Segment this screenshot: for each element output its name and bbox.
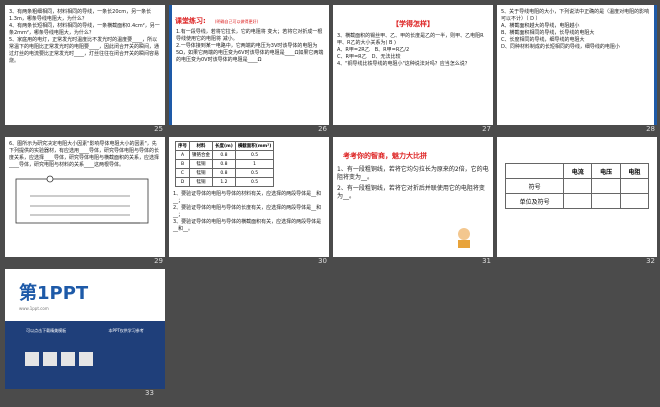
slide-text: A、R甲=2R乙 B、R甲=R乙/2 <box>337 47 410 53</box>
slide-thumb-32[interactable]: 电流 电压 电阻 符号 单位及符号 32 <box>497 137 657 265</box>
slide-text: 1.有一段导线，若将它拉长，它的电阻将 变大；若将它对折成一根导线使用它的电阻将… <box>176 29 323 42</box>
slide-number: 32 <box>646 257 655 265</box>
slide-thumb-30[interactable]: 序号 材料 长度(m) 横截面积(mm²) A 镍铬合金 0.8 0.5 B 锰铜 0.8… <box>169 137 329 265</box>
slide-number: 26 <box>318 125 327 133</box>
slide-text: B、横截面积相同的导线，长导线的电阻大 <box>501 30 595 36</box>
slide-text: 3、要验证导体的电阻与导体的横截面积有关，应选择的两段导体是__和__。 <box>173 219 322 232</box>
circuit-diagram <box>15 175 149 224</box>
slide-30: 序号 材料 长度(m) 横截面积(mm²) A 镍铬合金 0.8 0.5 B 锰铜 0.8… <box>169 137 329 257</box>
slide-title: 【学得怎样】 <box>392 20 434 28</box>
table-row: 单位及符号 <box>504 193 650 209</box>
slide-thumb-27[interactable]: 【学得怎样】 3、横截面积的锡丝甲、乙、甲的长度是乙的一半，则甲、乙电阻R甲、R… <box>333 5 493 133</box>
slide-thumb-28[interactable]: 5、关于导线电阻的大小，下列说法中正确的是（温度对电阻的影响可以不计）（ D ）… <box>497 5 657 133</box>
accent-bar <box>169 5 172 125</box>
slide-26: 课堂练习: (明确自己可以做得更好) 1.有一段导线，若将它拉长，它的电阻将 变… <box>169 5 329 125</box>
slide-27: 【学得怎样】 3、横截面积的锡丝甲、乙、甲的长度是乙的一半，则甲、乙电阻R甲、R… <box>333 5 493 125</box>
slide-subtitle: (明确自己可以做得更好) <box>214 19 259 24</box>
slide-text: 2.一导体接到某一电路中，它两端的电压为3V时该导体的电阻为5Ω，如果它两端的电… <box>176 43 324 63</box>
slide-text: D、同种材料制成的长短相同的导线，细导线的电阻小 <box>501 44 620 50</box>
slide-thumb-29[interactable]: 6、图所示为研究决定电阻大小因素"影响导体电阻大小的因素"，先下列提供的实验器材… <box>5 137 165 265</box>
slide-thumb-33[interactable]: 第1PPT www.1ppt.com 可以点击下载精美模板 本PPT仅供学习参考… <box>5 269 165 397</box>
qr-code-icon <box>61 352 75 366</box>
slide-title: 考考你的智商，魅力大比拼 <box>343 152 427 160</box>
slide-text: 5、关于导线电阻的大小，下列说法中正确的是（温度对电阻的影响可以不计）（ D ） <box>501 9 650 22</box>
logo-subtext: www.1ppt.com <box>19 306 49 311</box>
slide-number: 25 <box>154 125 163 133</box>
table-row: D 锰铜 1.2 0.5 <box>175 177 275 187</box>
slide-text: 2、有一段粗铜线，若将它对折后并联使用它的电阻将变为__。 <box>337 185 485 200</box>
table-row: 符号 <box>504 178 650 194</box>
thinking-child-icon <box>458 228 470 248</box>
slide-number: 28 <box>646 125 655 133</box>
slide-thumb-26[interactable]: 课堂练习: (明确自己可以做得更好) 1.有一段导线，若将它拉长，它的电阻将 变… <box>169 5 329 133</box>
slide-number: 29 <box>154 257 163 265</box>
table-row: C 锰铜 0.8 0.5 <box>175 168 275 178</box>
slide-number: 30 <box>318 257 327 265</box>
slide-text: 2、要验证导体的电阻与导体的长度有关，应选择的两段导体是__和__； <box>173 205 322 218</box>
slide-thumb-31[interactable]: 考考你的智商，魅力大比拼 1、有一段粗铜线，若将它均匀拉长为原来的2倍，它的电阻… <box>333 137 493 265</box>
units-table: 电流 电压 电阻 符号 单位及符号 <box>504 163 650 209</box>
slide-text: 3、有两条粗细相同，材料相同的导线，一条长20cm，另一条长1.3m，哪条导线电… <box>9 9 152 22</box>
table-header: 横截面积(mm²) <box>234 141 275 151</box>
slide-25: 3、有两条粗细相同，材料相同的导线，一条长20cm，另一条长1.3m，哪条导线电… <box>5 5 165 125</box>
slide-33: 第1PPT www.1ppt.com 可以点击下载精美模板 本PPT仅供学习参考 <box>5 269 165 389</box>
slide-31: 考考你的智商，魅力大比拼 1、有一段粗铜线，若将它均匀拉长为原来的2倍，它的电阻… <box>333 137 493 257</box>
material-table: 序号 材料 长度(m) 横截面积(mm²) A 镍铬合金 0.8 0.5 B 锰铜 0.8… <box>175 141 275 187</box>
slide-text: 3、横截面积的锡丝甲、乙、甲的长度是乙的一半，则甲、乙电阻R甲、R乙的大小关系为… <box>337 33 484 46</box>
slide-number: 27 <box>482 125 491 133</box>
slide-text: C、R甲=R乙 D、无法比较 <box>337 54 401 60</box>
table-header: 序号 <box>175 141 190 151</box>
slide-text: 6、图所示为研究决定电阻大小因素"影响导体电阻大小的因素"，先下列提供的实验器材… <box>9 141 160 168</box>
table-row: A 镍铬合金 0.8 0.5 <box>175 150 275 160</box>
slide-title: 课堂练习: <box>175 17 206 25</box>
slide-text: C、长度相同的导线，细导线的电阻大 <box>501 37 585 43</box>
slide-thumb-25[interactable]: 3、有两条粗细相同，材料相同的导线，一条长20cm，另一条长1.3m，哪条导线电… <box>5 5 165 133</box>
slide-32: 电流 电压 电阻 符号 单位及符号 <box>497 137 657 257</box>
slide-number: 31 <box>482 257 491 265</box>
table-header: 长度(m) <box>212 141 236 151</box>
table-header: 材料 <box>189 141 213 151</box>
slide-text: 4、"铜导线比铁导线的电阻小"这种说法对吗？应当怎么说？ <box>337 61 470 67</box>
slide-text: 1、有一段粗铜线，若将它均匀拉长为原来的2倍，它的电阻将变为__。 <box>337 166 489 181</box>
qr-code-icon <box>25 352 39 366</box>
footer-panel: 可以点击下载精美模板 本PPT仅供学习参考 <box>5 321 165 389</box>
slide-28: 5、关于导线电阻的大小，下列说法中正确的是（温度对电阻的影响可以不计）（ D ）… <box>497 5 657 125</box>
logo-text: 第1PPT <box>19 283 89 304</box>
slide-text: 4、有两条长短相同，材料相同的导线，一条横截面积0.4cm²，另一条2mm²，哪… <box>9 23 160 36</box>
slide-text: A、横截面积越大的导线，电阻越小 <box>501 23 580 29</box>
accent-bar <box>654 5 657 125</box>
qr-code-icon <box>43 352 57 366</box>
slide-text: 5、家庭用的电灯，正常发光时温度比不发光时的温度要____，所以常温下的电阻比正… <box>9 37 160 64</box>
slide-number: 33 <box>145 389 154 397</box>
slide-text: 1、要验证导体的电阻与导体的材料有关，应选择的两段导体是__和__； <box>173 191 322 204</box>
slide-29: 6、图所示为研究决定电阻大小因素"影响导体电阻大小的因素"，先下列提供的实验器材… <box>5 137 165 257</box>
table-row: B 锰铜 0.8 1 <box>175 159 275 169</box>
qr-code-icon <box>79 352 93 366</box>
